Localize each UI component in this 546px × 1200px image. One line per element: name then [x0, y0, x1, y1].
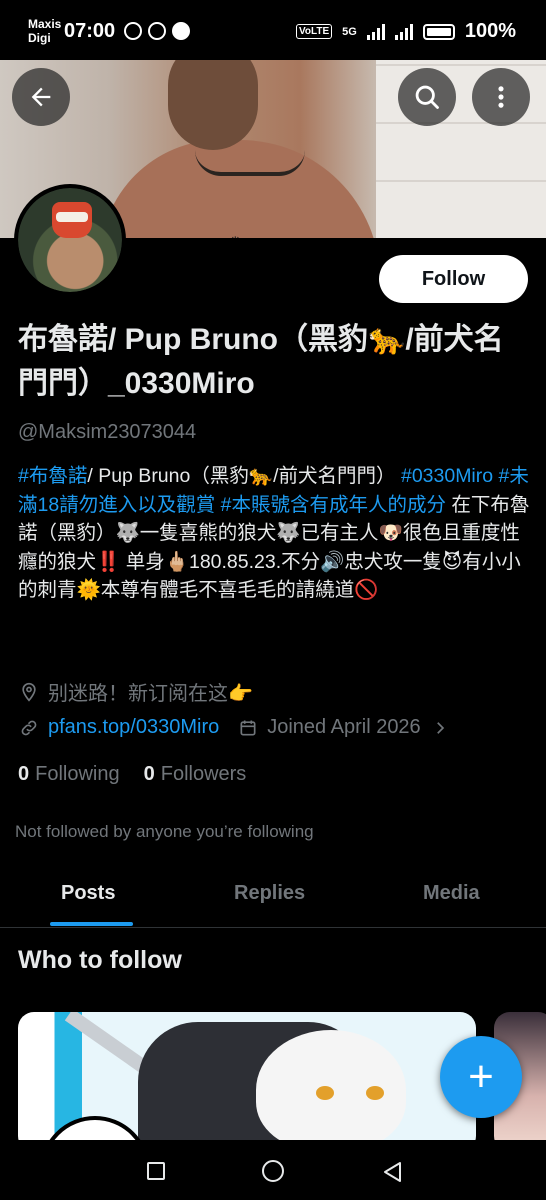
more-options-button[interactable]	[472, 68, 530, 126]
battery-icon	[422, 23, 455, 40]
sync-icon	[124, 22, 142, 40]
home-icon[interactable]	[262, 1160, 284, 1182]
banner-figure-head	[168, 60, 258, 150]
location-text: 别迷路！新订阅在这👉	[48, 683, 253, 705]
system-nav-bar	[0, 1140, 546, 1200]
signal-icon	[366, 23, 385, 40]
followers-count-link[interactable]: 0 Followers	[144, 763, 247, 786]
status-bar: Maxis Digi 07:00 VoLTE 5G 100%	[0, 0, 546, 60]
status-time: 07:00	[64, 20, 116, 42]
carrier-label: Maxis Digi	[28, 17, 62, 45]
profile-avatar[interactable]	[14, 184, 126, 296]
profile-website-link[interactable]: pfans.top/0330Miro	[48, 716, 219, 739]
bio-text: / Pup Bruno（黑豹🐆/前犬名門門）	[87, 465, 396, 487]
link-row: pfans.top/0330Miro Joined April 2026	[18, 716, 459, 739]
tab-replies[interactable]: Replies	[234, 882, 305, 905]
tab-media[interactable]: Media	[423, 882, 480, 905]
user-handle: @Maksim23073044	[18, 421, 197, 443]
hashtag-link[interactable]: #0330Miro	[401, 465, 493, 487]
calendar-icon	[237, 717, 259, 739]
link-icon	[18, 717, 40, 739]
back-triangle-icon[interactable]	[381, 1160, 403, 1184]
display-name: 布魯諾/ Pup Bruno（黑豹🐆/前犬名門門）_0330Miro	[18, 323, 504, 400]
joined-date: Joined April 2026	[267, 716, 421, 738]
following-count-link[interactable]: 0 Following	[18, 763, 120, 786]
hashtag-link[interactable]: #布魯諾	[18, 465, 87, 487]
who-to-follow-heading: Who to follow	[18, 946, 182, 974]
back-button[interactable]	[12, 68, 70, 126]
not-followed-note: Not followed by anyone you’re following	[15, 822, 314, 841]
volte-badge: VoLTE	[295, 24, 333, 39]
card-banner-eye	[366, 1086, 384, 1100]
profile-tabs: Posts Replies Media	[0, 860, 546, 928]
banner-tattoo: ✺	[227, 232, 244, 238]
search-icon	[415, 85, 439, 109]
location-pin-icon	[18, 681, 40, 703]
card-banner-eye	[316, 1086, 334, 1100]
network-type: 5G	[342, 25, 357, 38]
notification-icons	[124, 22, 190, 40]
signal-icon-2	[394, 23, 413, 40]
arrow-left-icon	[31, 87, 51, 107]
whatsapp-icon	[148, 22, 166, 40]
chevron-right-icon[interactable]	[429, 717, 451, 739]
recent-apps-icon[interactable]	[147, 1162, 165, 1180]
banner-necklace	[195, 150, 305, 176]
more-vertical-icon	[498, 86, 504, 108]
suggested-account-card[interactable]	[18, 1012, 476, 1152]
active-tab-indicator	[50, 922, 133, 926]
tab-posts[interactable]: Posts	[61, 882, 115, 905]
facebook-icon	[172, 22, 190, 40]
follow-button[interactable]: Follow	[379, 255, 528, 303]
profile-bio: #布魯諾/ Pup Bruno（黑豹🐆/前犬名門門） #0330Miro #未滿…	[18, 462, 532, 605]
location-row: 别迷路！新订阅在这👉	[18, 677, 253, 706]
search-button[interactable]	[398, 68, 456, 126]
compose-button[interactable]: +	[440, 1036, 522, 1118]
hashtag-link[interactable]: #本賬號含有成年人的成分	[221, 494, 446, 516]
avatar-mask	[52, 202, 92, 238]
avatar-image	[18, 188, 122, 292]
battery-percent: 100%	[464, 20, 516, 42]
status-right: VoLTE 5G 100%	[295, 20, 516, 43]
follow-counts: 0 Following 0 Followers	[18, 763, 246, 786]
